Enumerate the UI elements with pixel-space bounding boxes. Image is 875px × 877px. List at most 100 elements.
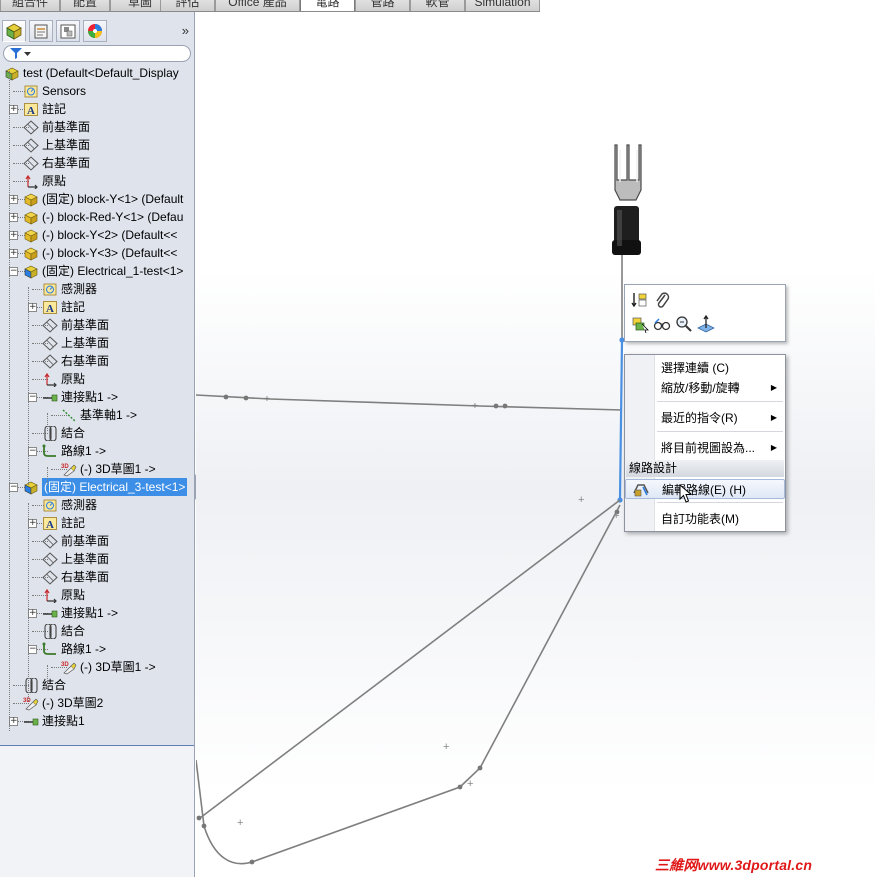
tree-connector-line (9, 71, 10, 731)
menu-item-edit-route[interactable]: 編輯路線(E) (H) (625, 479, 785, 499)
select-component-icon[interactable] (631, 315, 649, 333)
collapse-icon[interactable]: − (9, 483, 18, 492)
mate-reference-icon[interactable] (631, 291, 649, 309)
collapse-icon[interactable]: − (28, 393, 37, 402)
menu-separator (657, 502, 783, 503)
tree-item[interactable]: 感測器 (0, 280, 194, 298)
tree-item[interactable]: 上基準面 (0, 136, 194, 154)
expand-icon[interactable]: + (9, 249, 18, 258)
expand-icon[interactable]: + (28, 303, 37, 312)
expand-icon[interactable]: + (28, 519, 37, 528)
tree-item[interactable]: − (固定) Electrical_3-test<1> (0, 478, 194, 496)
tree-item[interactable]: 感測器 (0, 496, 194, 514)
tree-filter[interactable] (3, 45, 191, 62)
menu-item-customize-menu[interactable]: 自訂功能表(M) (625, 509, 785, 529)
tree-item[interactable]: − 路線1 -> (0, 442, 194, 460)
context-menu: 選擇連續 (C) 縮放/移動/旋轉 ▶ 最近的指令(R) ▶ 將目前視圖設為... ▶… (624, 354, 786, 532)
tree-item[interactable]: 右基準面 (0, 352, 194, 370)
tree-item[interactable]: 前基準面 (0, 532, 194, 550)
tree-item[interactable]: + A 註記 (0, 514, 194, 532)
expand-icon[interactable]: + (9, 231, 18, 240)
tree-item[interactable]: 右基準面 (0, 568, 194, 586)
mate-icon (23, 677, 39, 694)
svg-text:+: + (467, 778, 473, 790)
normal-to-icon[interactable] (697, 315, 715, 333)
tree-item[interactable]: + A 註記 (0, 100, 194, 118)
tab-6[interactable]: 管路 (355, 0, 410, 11)
menu-item-select-chain[interactable]: 選擇連續 (C) (625, 358, 785, 378)
tree-item[interactable]: 3D (-) 3D草圖1 -> (0, 658, 194, 676)
tree-item[interactable]: 結合 (0, 424, 194, 442)
tree-item[interactable]: 前基準面 (0, 118, 194, 136)
tree-item-label: 連接點1 -> (61, 390, 119, 404)
tab-3[interactable]: 評估 (160, 0, 215, 11)
tree-item[interactable]: 結合 (0, 622, 194, 640)
subassembly-icon (23, 480, 39, 495)
view-orientation-icon[interactable] (653, 315, 671, 333)
collapse-icon[interactable]: − (28, 447, 37, 456)
expand-icon[interactable]: + (9, 213, 18, 222)
tree-item[interactable]: 3D (-) 3D草圖1 -> (0, 460, 194, 478)
tree-item[interactable]: + A 註記 (0, 298, 194, 316)
plane-icon (23, 156, 39, 171)
tree-item[interactable]: 上基準面 (0, 334, 194, 352)
tree-item[interactable]: − 連接點1 -> (0, 388, 194, 406)
panel-expand-chevron-icon[interactable]: » (182, 23, 189, 38)
tree-item[interactable]: + (-) block-Red-Y<1> (Defau (0, 208, 194, 226)
tree-item[interactable]: + (固定) block-Y<1> (Default (0, 190, 194, 208)
plane-icon (23, 138, 39, 153)
expand-icon[interactable]: + (28, 609, 37, 618)
tree-item[interactable]: 基準軸1 -> (0, 406, 194, 424)
tab-4[interactable]: Office 產品 (215, 0, 300, 11)
tree-item-label: (-) 3D草圖2 (42, 696, 104, 710)
tab-1[interactable]: 配置 (60, 0, 110, 11)
expand-icon[interactable]: + (9, 717, 18, 726)
tree-item[interactable]: 上基準面 (0, 550, 194, 568)
tree-item-label: (固定) Electrical_1-test<1> (42, 264, 184, 278)
tree-item[interactable]: 前基準面 (0, 316, 194, 334)
expand-icon[interactable]: + (9, 195, 18, 204)
menu-separator (657, 401, 783, 402)
tab-5[interactable]: 電路 (300, 0, 355, 11)
tree-item[interactable]: + 連接點1 (0, 712, 194, 730)
plane-icon (42, 570, 58, 585)
tree-item[interactable]: + 連接點1 -> (0, 604, 194, 622)
tree-item-label: 原點 (42, 174, 67, 188)
tree-item[interactable]: 原點 (0, 172, 194, 190)
route-icon (42, 642, 58, 657)
menu-item-recent-commands[interactable]: 最近的指令(R) ▶ (625, 408, 785, 428)
plane-icon (42, 552, 58, 567)
tree-item[interactable]: 3D (-) 3D草圖2 (0, 694, 194, 712)
tree-item[interactable]: − (固定) Electrical_1-test<1> (0, 262, 194, 280)
tree-item[interactable]: Sensors (0, 82, 194, 100)
display-manager-tab-icon[interactable] (83, 20, 107, 42)
tree-item[interactable]: 原點 (0, 370, 194, 388)
svg-text:+: + (237, 817, 243, 829)
tree-item[interactable]: 右基準面 (0, 154, 194, 172)
tab-0[interactable]: 組合件 (0, 0, 60, 11)
tab-8[interactable]: Simulation (465, 0, 540, 11)
tree-item[interactable]: − 路線1 -> (0, 640, 194, 658)
expand-icon[interactable]: + (9, 105, 18, 114)
menu-item-set-current-view[interactable]: 將目前視圖設為... ▶ (625, 438, 785, 458)
tab-7[interactable]: 軟管 (410, 0, 465, 11)
property-manager-tab-icon[interactable] (29, 20, 53, 42)
tree-item[interactable]: + (-) block-Y<3> (Default<< (0, 244, 194, 262)
collapse-icon[interactable]: − (28, 645, 37, 654)
tree-item-label: 註記 (61, 300, 86, 314)
collapse-icon[interactable]: − (9, 267, 18, 276)
tree-item[interactable]: 原點 (0, 586, 194, 604)
configuration-manager-tab-icon[interactable] (56, 20, 80, 42)
zoom-icon[interactable] (675, 315, 693, 333)
annotation-icon: A (23, 102, 39, 117)
paperclip-icon[interactable] (653, 291, 671, 309)
route-point (223, 394, 229, 400)
svg-text:A: A (46, 303, 54, 315)
tree-item[interactable]: 結合 (0, 676, 194, 694)
tree-item[interactable]: + (-) block-Y<2> (Default<< (0, 226, 194, 244)
tree-connector-line (28, 287, 29, 485)
tree-item[interactable]: test (Default<Default_Display (0, 64, 194, 82)
panel-toolbar: » (0, 20, 194, 42)
feature-manager-tab-icon[interactable] (2, 20, 26, 42)
menu-item-zoom-pan-rotate[interactable]: 縮放/移動/旋轉 ▶ (625, 378, 785, 398)
